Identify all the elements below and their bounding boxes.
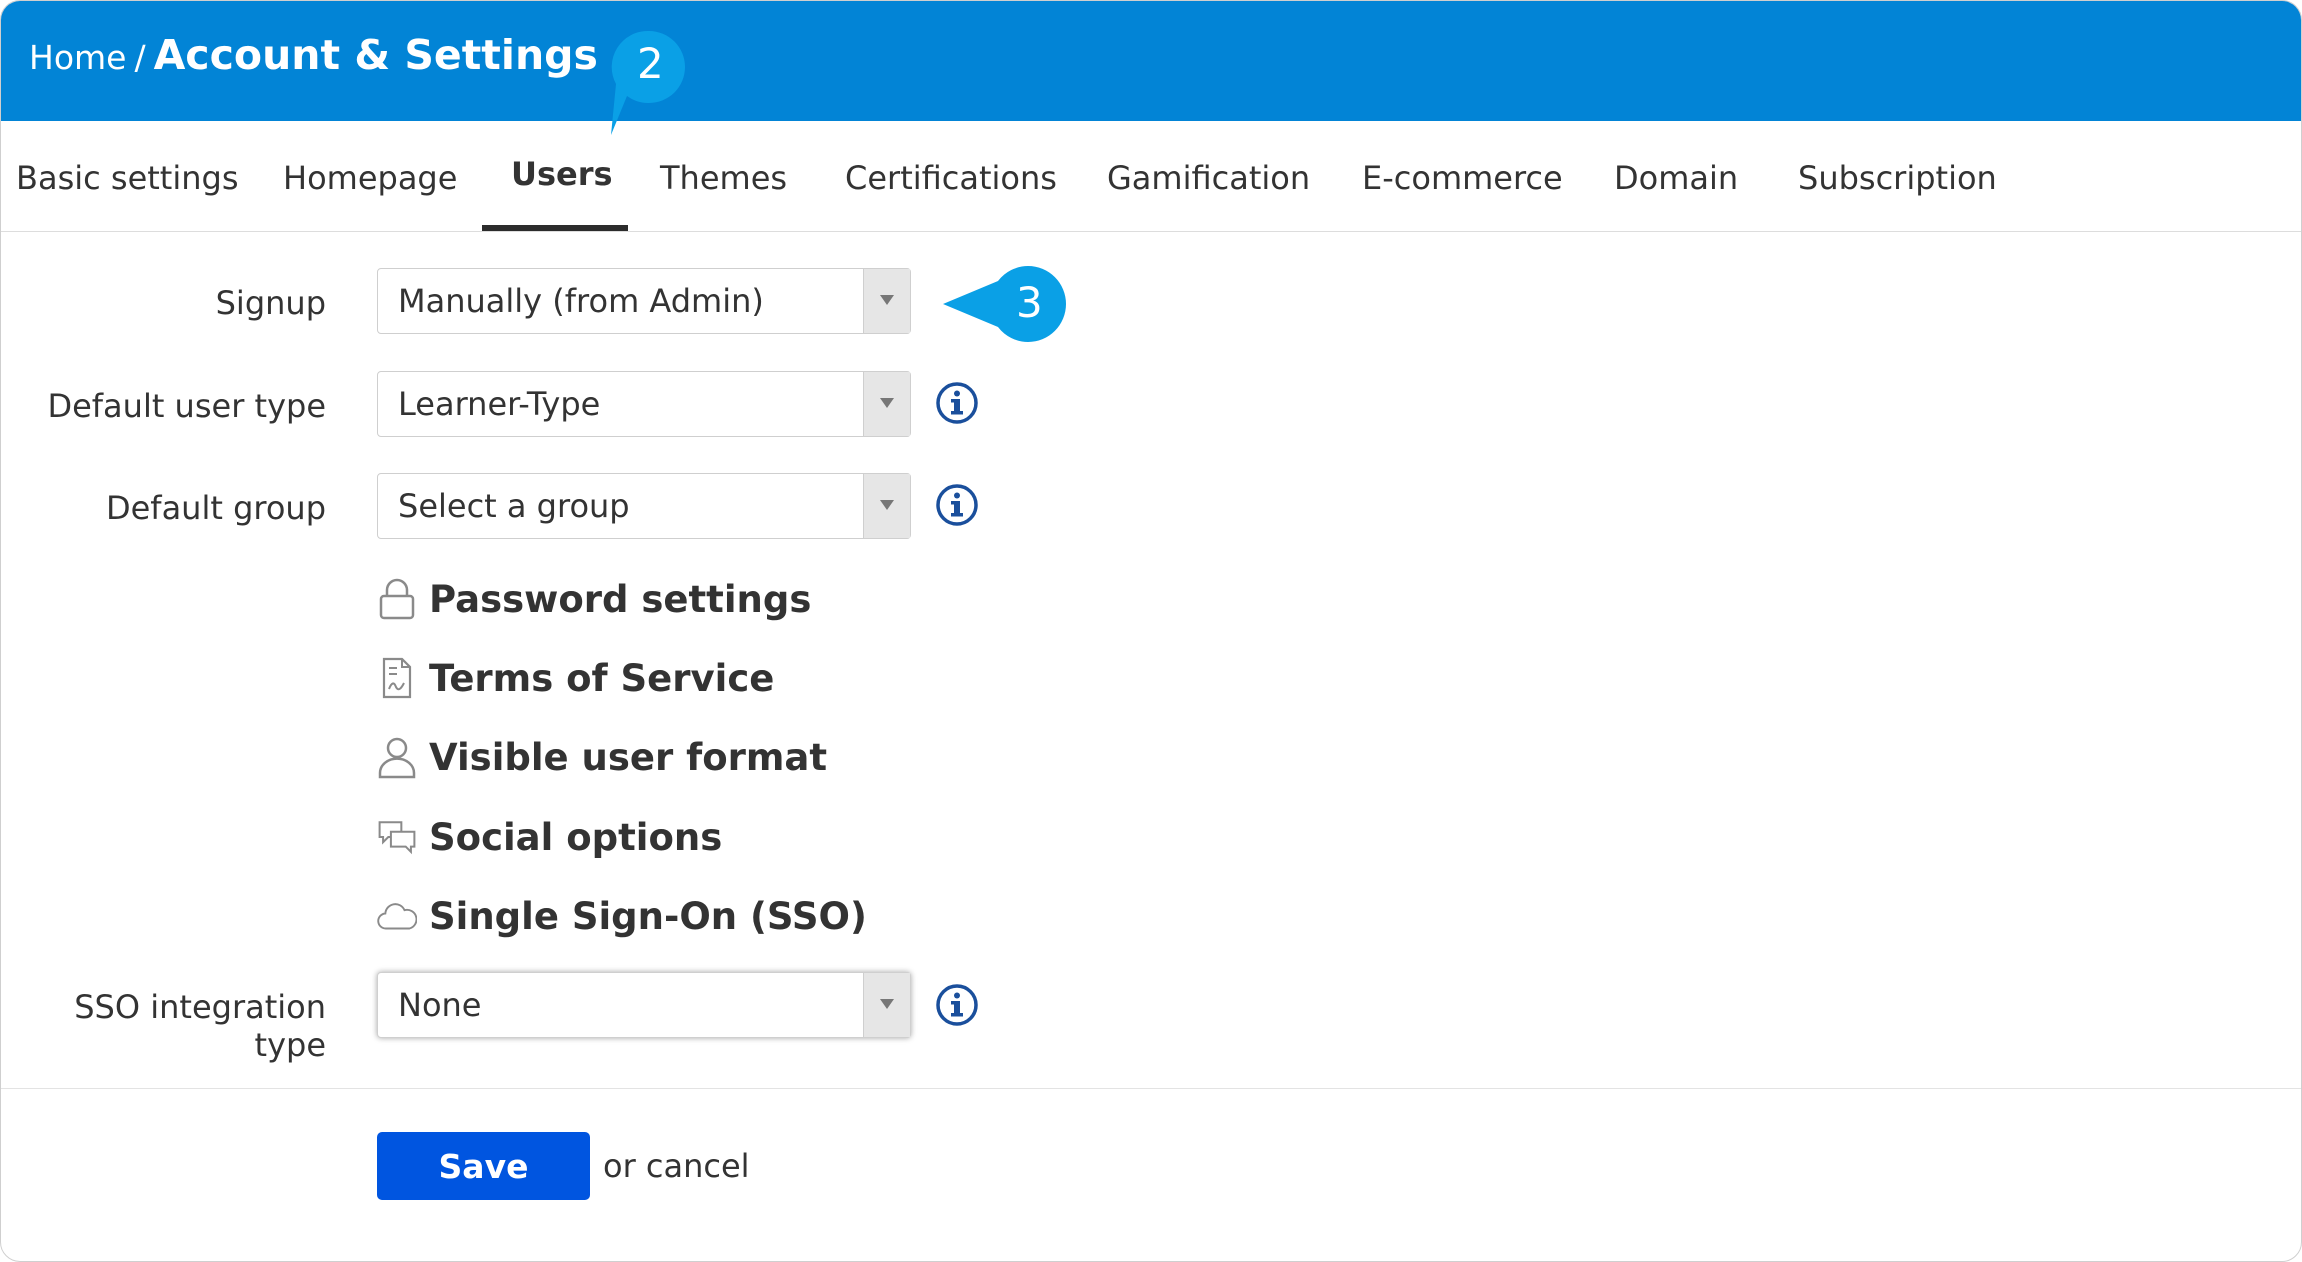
tab-domain[interactable]: Domain xyxy=(1614,159,1738,197)
password-settings-link[interactable]: Password settings xyxy=(377,574,811,624)
default-group-toggle[interactable] xyxy=(863,474,910,538)
default-user-type-toggle[interactable] xyxy=(863,372,910,436)
active-tab-indicator xyxy=(482,225,628,231)
chevron-down-icon xyxy=(880,999,894,1009)
password-settings-label: Password settings xyxy=(429,577,812,621)
step-number-3: 3 xyxy=(1016,278,1043,327)
settings-window: Home / Account & Settings Basic settings… xyxy=(0,0,2302,1262)
tab-homepage[interactable]: Homepage xyxy=(283,159,457,197)
chat-bubbles-icon xyxy=(377,814,417,860)
step-callout-3: 3 xyxy=(943,264,1068,344)
single-sign-on-label: Single Sign-On (SSO) xyxy=(429,894,867,938)
chevron-down-icon xyxy=(880,500,894,510)
info-icon[interactable] xyxy=(935,483,979,527)
settings-tabs: Basic settings Homepage Users Themes Cer… xyxy=(1,121,2301,232)
signup-select-toggle[interactable] xyxy=(863,269,910,333)
step-number-2: 2 xyxy=(637,39,664,88)
tab-certifications[interactable]: Certifications xyxy=(845,159,1057,197)
callout-pointer-icon xyxy=(943,266,1066,342)
breadcrumb: Home / Account & Settings xyxy=(29,31,598,79)
tab-users[interactable]: Users xyxy=(511,155,613,193)
tab-themes[interactable]: Themes xyxy=(660,159,787,197)
social-options-link[interactable]: Social options xyxy=(377,812,722,862)
signup-select-value: Manually (from Admin) xyxy=(398,282,764,320)
chevron-down-icon xyxy=(880,295,894,305)
single-sign-on-link[interactable]: Single Sign-On (SSO) xyxy=(377,891,867,941)
page-header: Home / Account & Settings xyxy=(1,1,2301,121)
signup-select[interactable]: Manually (from Admin) xyxy=(377,268,911,334)
document-icon xyxy=(377,655,417,701)
default-group-value: Select a group xyxy=(398,487,630,525)
sso-integration-type-toggle[interactable] xyxy=(863,973,910,1037)
default-group-label: Default group xyxy=(105,489,326,527)
form-divider xyxy=(1,1088,2301,1089)
tab-subscription[interactable]: Subscription xyxy=(1798,159,1997,197)
visible-user-format-label: Visible user format xyxy=(429,735,828,779)
tab-e-commerce[interactable]: E-commerce xyxy=(1362,159,1563,197)
default-group-select[interactable]: Select a group xyxy=(377,473,911,539)
cloud-icon xyxy=(377,893,417,939)
breadcrumb-home-link[interactable]: Home xyxy=(29,38,126,77)
breadcrumb-separator: / xyxy=(134,38,146,77)
save-button[interactable]: Save xyxy=(377,1132,590,1200)
terms-of-service-link[interactable]: Terms of Service xyxy=(377,653,774,703)
sso-integration-type-value: None xyxy=(398,986,482,1024)
info-icon[interactable] xyxy=(935,381,979,425)
terms-of-service-label: Terms of Service xyxy=(429,656,775,700)
info-icon[interactable] xyxy=(935,983,979,1027)
sso-integration-type-label: SSO integration type xyxy=(74,988,326,1064)
sso-integration-type-select[interactable]: None xyxy=(377,972,911,1038)
visible-user-format-link[interactable]: Visible user format xyxy=(377,732,827,782)
user-icon xyxy=(377,734,417,780)
page-title: Account & Settings xyxy=(153,31,598,79)
default-user-type-select[interactable]: Learner-Type xyxy=(377,371,911,437)
social-options-label: Social options xyxy=(429,815,723,859)
tab-gamification[interactable]: Gamification xyxy=(1107,159,1310,197)
default-user-type-value: Learner-Type xyxy=(398,385,601,423)
lock-icon xyxy=(377,576,417,622)
default-user-type-label: Default user type xyxy=(47,387,326,425)
chevron-down-icon xyxy=(880,398,894,408)
tab-basic-settings[interactable]: Basic settings xyxy=(16,159,239,197)
cancel-link[interactable]: or cancel xyxy=(603,1147,750,1185)
signup-label: Signup xyxy=(215,284,326,322)
step-callout-2: 2 xyxy=(609,27,689,137)
